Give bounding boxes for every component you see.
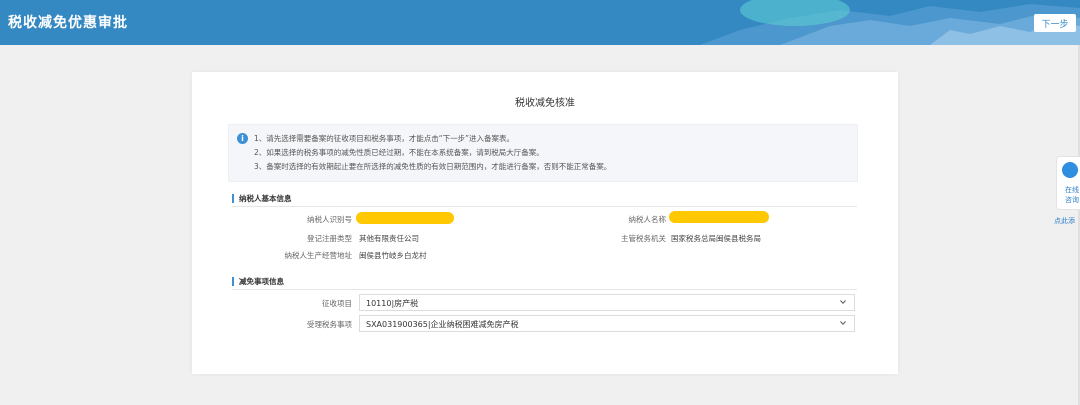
section-divider bbox=[232, 206, 857, 207]
business-address-label: 纳税人生产经营地址 bbox=[284, 251, 353, 260]
registration-type-value: 其他有限责任公司 bbox=[359, 234, 419, 243]
instructions-notice: i 1、请先选择需要备案的征收项目和税务事项，才能点击“下一步”进入备案表。 2… bbox=[228, 124, 858, 182]
levy-item-label: 征收项目 bbox=[322, 299, 352, 308]
form-title: 税收减免核准 bbox=[515, 98, 575, 109]
taxpayer-id-redacted-value bbox=[356, 212, 454, 224]
taxpayer-name-redacted-value bbox=[669, 211, 769, 223]
chat-bubble-icon bbox=[1062, 162, 1078, 178]
tax-matter-select[interactable]: SXA031900365|企业纳税困难减免房产税 bbox=[359, 315, 855, 332]
info-icon: i bbox=[237, 133, 248, 144]
business-address-value: 闽侯县竹岐乡白龙村 bbox=[359, 251, 427, 260]
header-landscape-decoration bbox=[700, 0, 1080, 45]
section-divider bbox=[232, 289, 857, 290]
taxpayer-id-label: 纳税人识别号 bbox=[307, 215, 352, 224]
taxpayer-name-label: 纳税人名称 bbox=[628, 215, 667, 224]
chevron-down-icon bbox=[840, 321, 846, 326]
notice-line-2: 2、如果选择的税务事项的减免性质已经过期，不能在本系统备案，请到税局大厅备案。 bbox=[254, 148, 544, 157]
levy-item-select[interactable]: 10110|房产税 bbox=[359, 294, 855, 311]
consult-text-line-2: 咨询 bbox=[1065, 196, 1079, 204]
consult-text-line-1: 在线 bbox=[1065, 186, 1079, 194]
notice-line-1: 1、请先选择需要备案的征收项目和税务事项，才能点击“下一步”进入备案表。 bbox=[254, 134, 515, 143]
page-title: 税收减免优惠审批 bbox=[8, 15, 128, 31]
tax-authority-label: 主管税务机关 bbox=[621, 234, 666, 243]
online-consult-widget[interactable]: 在线 咨询 bbox=[1056, 156, 1080, 210]
exemption-section-title: 减免事项信息 bbox=[232, 277, 284, 286]
approval-form-card: 税收减免核准 i 1、请先选择需要备案的征收项目和税务事项，才能点击“下一步”进… bbox=[192, 72, 898, 374]
next-step-button[interactable]: 下一步 bbox=[1034, 14, 1076, 32]
taxpayer-section-title: 纳税人基本信息 bbox=[232, 194, 292, 203]
notice-line-3: 3、备案时选择的有效期起止要在所选择的减免性质的有效日期范围内，才能进行备案，否… bbox=[254, 162, 612, 171]
registration-type-label: 登记注册类型 bbox=[307, 234, 352, 243]
top-header-bar: 税收减免优惠审批 下一步 bbox=[0, 0, 1080, 45]
levy-item-selected-value: 10110|房产税 bbox=[366, 299, 419, 308]
tax-authority-value: 国家税务总局闽侯县税务局 bbox=[671, 234, 761, 243]
consult-add-link[interactable]: 点此添 bbox=[1054, 216, 1075, 226]
tax-matter-label: 受理税务事项 bbox=[307, 320, 352, 329]
tax-matter-selected-value: SXA031900365|企业纳税困难减免房产税 bbox=[366, 320, 519, 329]
chevron-down-icon bbox=[840, 300, 846, 305]
